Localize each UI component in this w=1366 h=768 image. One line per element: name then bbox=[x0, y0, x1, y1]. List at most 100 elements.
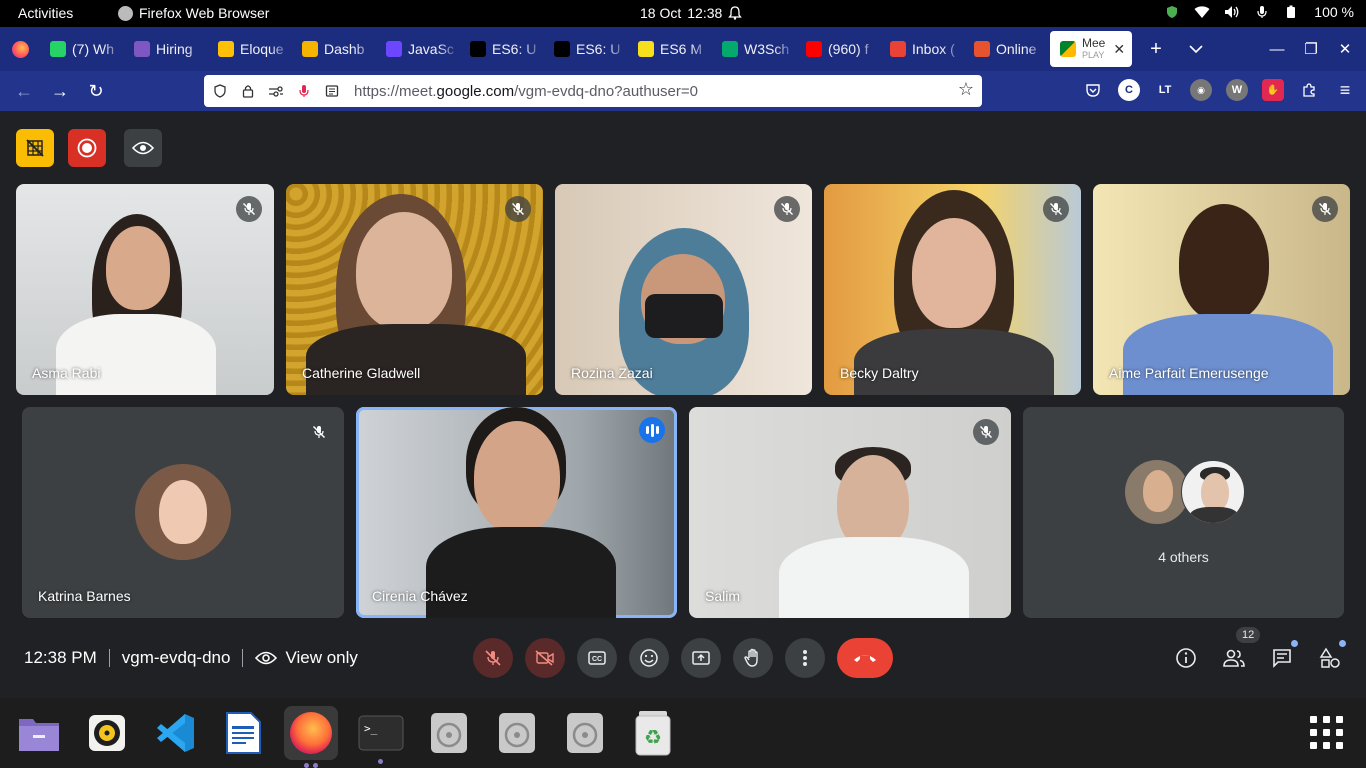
captions-button[interactable]: CC bbox=[577, 638, 617, 678]
browser-tab[interactable]: Inbox ( bbox=[880, 27, 964, 71]
maximize-icon[interactable]: ❐ bbox=[1296, 34, 1326, 64]
browser-tab[interactable]: (960) f bbox=[796, 27, 880, 71]
tab-meet-active[interactable]: Mee PLAY ✕ bbox=[1050, 31, 1132, 67]
wifi-icon[interactable] bbox=[1194, 4, 1210, 20]
participant-tile[interactable]: Aime Parfait Emerusenge bbox=[1093, 184, 1350, 395]
back-button[interactable]: ← bbox=[6, 73, 42, 109]
activities-button[interactable]: Activities bbox=[18, 5, 73, 21]
view-only-label: View only bbox=[285, 648, 358, 667]
participant-tile[interactable]: Becky Daltry bbox=[824, 184, 1081, 395]
new-tab-button[interactable]: + bbox=[1136, 27, 1176, 71]
volume-icon[interactable] bbox=[1224, 4, 1240, 20]
firefox-view-button[interactable] bbox=[0, 27, 40, 71]
browser-tab[interactable]: ES6: U bbox=[460, 27, 544, 71]
chat-icon bbox=[1273, 649, 1291, 668]
browser-tab[interactable]: ES6 M bbox=[628, 27, 712, 71]
trash-icon[interactable]: ♻ bbox=[630, 710, 676, 756]
grammarly-icon[interactable]: C bbox=[1118, 79, 1140, 101]
participant-tile-speaking[interactable]: Cirenia Chávez bbox=[356, 407, 677, 618]
libreoffice-writer-app-icon[interactable] bbox=[220, 710, 266, 756]
disk-drive-icon[interactable] bbox=[494, 710, 540, 756]
meeting-details-button[interactable] bbox=[1172, 644, 1200, 672]
meeting-details: 12:38 PM vgm-evdq-dno View only bbox=[24, 648, 358, 668]
reload-button[interactable]: ↻ bbox=[78, 73, 114, 109]
microphone-icon[interactable] bbox=[1254, 4, 1270, 20]
rhythmbox-app-icon[interactable] bbox=[84, 710, 130, 756]
w3schools-icon bbox=[722, 41, 738, 57]
languagetool-icon[interactable]: LT bbox=[1154, 79, 1176, 101]
more-options-button[interactable] bbox=[785, 638, 825, 678]
microphone-permission-icon[interactable] bbox=[292, 79, 316, 103]
browser-tab[interactable]: W3Sch bbox=[712, 27, 796, 71]
terminal-app-icon[interactable]: >_ bbox=[358, 710, 404, 764]
privacy-badger-icon[interactable]: ◉ bbox=[1190, 79, 1212, 101]
menu-hamburger-icon[interactable]: ≡ bbox=[1334, 79, 1356, 101]
hide-meet-grid-button[interactable] bbox=[16, 129, 54, 167]
extension-toolbar: C LT ◉ W ✋ ≡ bbox=[1082, 79, 1356, 101]
chat-button[interactable] bbox=[1268, 640, 1298, 672]
tracking-shield-icon[interactable] bbox=[208, 79, 232, 103]
permissions-icon[interactable] bbox=[264, 79, 288, 103]
others-tile[interactable]: 4 others bbox=[1023, 407, 1344, 618]
view-only-toggle[interactable]: View only bbox=[255, 648, 358, 668]
lock-icon[interactable] bbox=[236, 79, 260, 103]
browser-tab[interactable]: Eloque bbox=[208, 27, 292, 71]
present-screen-button[interactable] bbox=[681, 638, 721, 678]
files-app-icon[interactable] bbox=[16, 710, 62, 756]
participant-tile[interactable]: Katrina Barnes bbox=[22, 407, 344, 618]
browser-tab[interactable]: Hiring bbox=[124, 27, 208, 71]
system-tray[interactable]: 100 % bbox=[1164, 4, 1354, 20]
bookmark-star-icon[interactable]: ☆ bbox=[958, 79, 974, 100]
ejs-icon bbox=[218, 41, 234, 57]
tab-title: JavaSc bbox=[408, 41, 454, 57]
disk-drive-icon[interactable] bbox=[426, 710, 472, 756]
browser-tab[interactable]: Online bbox=[964, 27, 1048, 71]
app-menu[interactable]: Firefox Web Browser bbox=[118, 5, 269, 21]
close-window-icon[interactable]: ✕ bbox=[1330, 34, 1360, 64]
browser-tab[interactable]: Dashb bbox=[292, 27, 376, 71]
tab-title: W3Sch bbox=[744, 41, 790, 57]
ubuntu-dock: >_ ♻ bbox=[0, 698, 1366, 768]
record-button[interactable] bbox=[68, 129, 106, 167]
reactions-button[interactable] bbox=[629, 638, 669, 678]
browser-tab[interactable]: JavaSc bbox=[376, 27, 460, 71]
eye-icon bbox=[255, 651, 278, 665]
clock[interactable]: 18 Oct 12:38 bbox=[640, 5, 743, 21]
adblock-icon[interactable]: ✋ bbox=[1262, 79, 1284, 101]
disk-drive-icon[interactable] bbox=[562, 710, 608, 756]
pocket-icon[interactable] bbox=[1082, 79, 1104, 101]
camera-off-button[interactable] bbox=[525, 638, 565, 678]
shield-update-icon[interactable] bbox=[1164, 4, 1180, 20]
show-applications-icon[interactable] bbox=[1310, 716, 1344, 750]
visibility-eye-button[interactable] bbox=[124, 129, 162, 167]
tab-title: Online bbox=[996, 41, 1037, 57]
list-all-tabs-button[interactable] bbox=[1176, 27, 1216, 71]
activities-button[interactable] bbox=[1316, 640, 1346, 672]
browser-tab[interactable]: ES6: U bbox=[544, 27, 628, 71]
js-icon bbox=[386, 41, 402, 57]
extensions-puzzle-icon[interactable] bbox=[1298, 79, 1320, 101]
google-meet-icon bbox=[1060, 41, 1076, 57]
participant-tile[interactable]: Salim bbox=[689, 407, 1011, 618]
leave-call-button[interactable] bbox=[837, 638, 893, 678]
speaking-indicator-icon bbox=[639, 417, 665, 443]
people-icon bbox=[1223, 649, 1245, 667]
browser-tab[interactable]: (7) Wh bbox=[40, 27, 124, 71]
wikiwand-icon[interactable]: W bbox=[1226, 79, 1248, 101]
battery-icon[interactable] bbox=[1284, 4, 1300, 20]
notification-dot bbox=[1339, 640, 1346, 647]
firefox-app-icon[interactable] bbox=[284, 706, 338, 768]
minimize-icon[interactable]: — bbox=[1262, 34, 1292, 64]
raise-hand-button[interactable] bbox=[733, 638, 773, 678]
participant-tile[interactable]: Asma Rabi bbox=[16, 184, 274, 395]
captions-icon: CC bbox=[588, 651, 606, 665]
close-tab-icon[interactable]: ✕ bbox=[1113, 41, 1125, 58]
people-button[interactable] bbox=[1220, 644, 1248, 672]
reader-view-icon[interactable] bbox=[320, 79, 344, 103]
url-bar[interactable]: https://meet.google.com/vgm-evdq-dno?aut… bbox=[204, 75, 982, 107]
microphone-off-button[interactable] bbox=[473, 638, 513, 678]
forward-button[interactable]: → bbox=[42, 73, 78, 109]
participant-tile[interactable]: Catherine Gladwell bbox=[286, 184, 543, 395]
participant-tile[interactable]: Rozina Zazai bbox=[555, 184, 812, 395]
vscode-app-icon[interactable] bbox=[152, 710, 198, 756]
